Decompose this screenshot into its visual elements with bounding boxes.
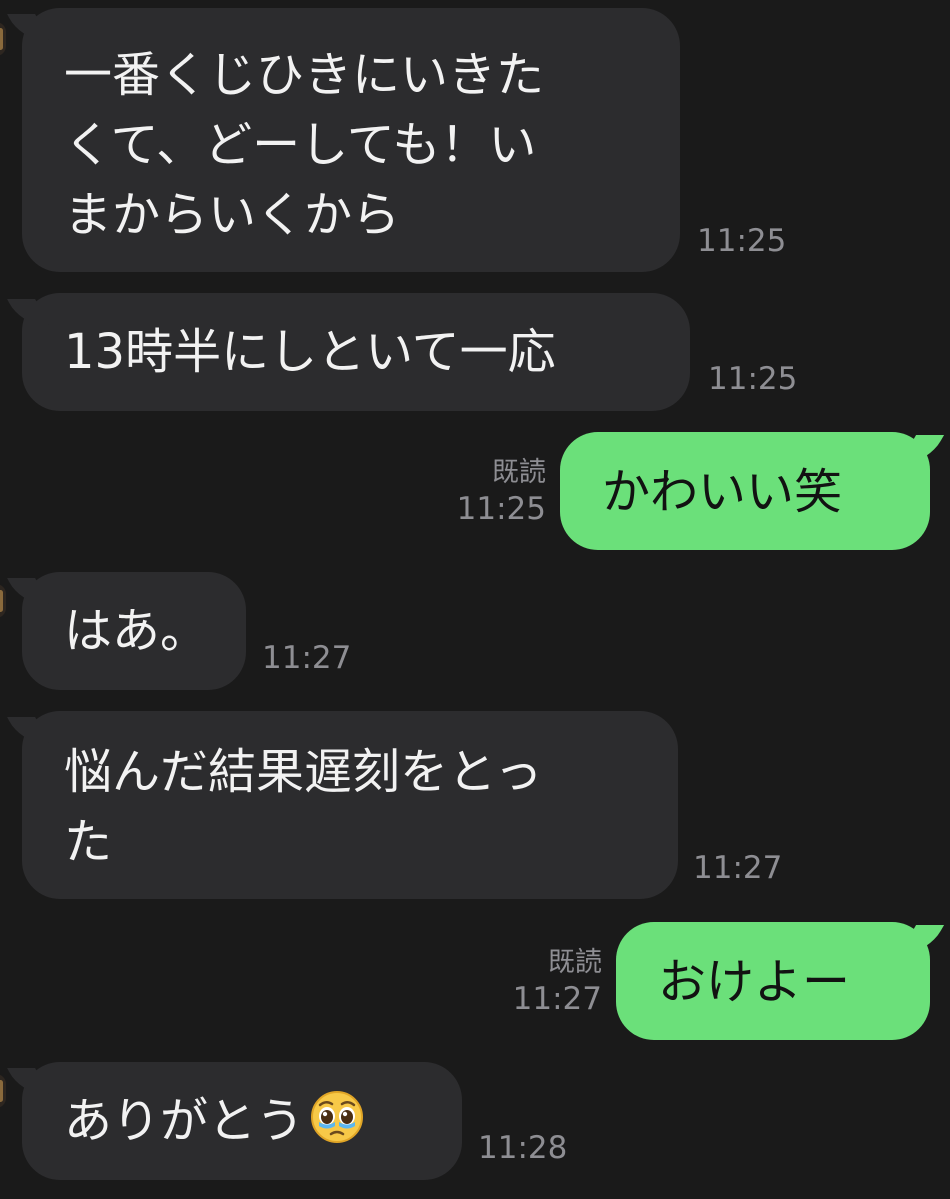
message-bubble-incoming[interactable]: ありがとう — [22, 1062, 462, 1180]
sender-avatar[interactable] — [0, 1074, 6, 1108]
message-text-line: 13時半にしといて一応 — [64, 324, 556, 380]
read-receipt: 既読 11:25 — [452, 456, 546, 528]
sender-avatar[interactable] — [0, 22, 6, 56]
message-timestamp: 11:25 — [456, 491, 546, 527]
sender-avatar[interactable] — [0, 584, 6, 618]
read-receipt: 既読 11:27 — [508, 946, 602, 1018]
message-timestamp: 11:27 — [262, 640, 352, 676]
message-bubble-incoming[interactable]: 悩んだ結果遅刻をとっ た — [22, 711, 678, 899]
read-label: 既読 — [492, 457, 546, 488]
message-timestamp: 11:25 — [697, 223, 787, 259]
message-text-line: 一番くじひきにいきた — [64, 47, 545, 103]
message-text-line: くて、どーしても！い — [64, 117, 537, 173]
pleading-face-with-tears-emoji — [311, 1091, 364, 1143]
read-label: 既読 — [548, 947, 602, 978]
message-bubble-outgoing[interactable]: かわいい笑 — [560, 432, 930, 550]
message-text-line: おけよー — [658, 954, 851, 1010]
message-timestamp: 11:27 — [693, 850, 783, 886]
message-text-line: 悩んだ結果遅刻をとっ — [64, 744, 543, 800]
message-bubble-incoming[interactable]: はあ。 — [22, 572, 246, 690]
chat-thread[interactable]: 一番くじひきにいきた くて、どーしても！い まからいくから 11:25 13時半… — [0, 0, 950, 1199]
message-text-line: ありがとう — [64, 1093, 305, 1149]
message-bubble-incoming[interactable]: 13時半にしといて一応 — [22, 293, 690, 411]
message-bubble-outgoing[interactable]: おけよー — [616, 922, 930, 1040]
message-timestamp: 11:28 — [478, 1130, 568, 1166]
message-text-line: まからいくから — [64, 187, 401, 243]
message-bubble-incoming[interactable]: 一番くじひきにいきた くて、どーしても！い まからいくから — [22, 8, 680, 272]
message-text-line: はあ。 — [64, 603, 209, 659]
message-text-line: た — [64, 814, 113, 870]
message-text-line: かわいい笑 — [602, 464, 843, 520]
message-timestamp: 11:25 — [708, 361, 798, 397]
message-timestamp: 11:27 — [512, 981, 602, 1017]
